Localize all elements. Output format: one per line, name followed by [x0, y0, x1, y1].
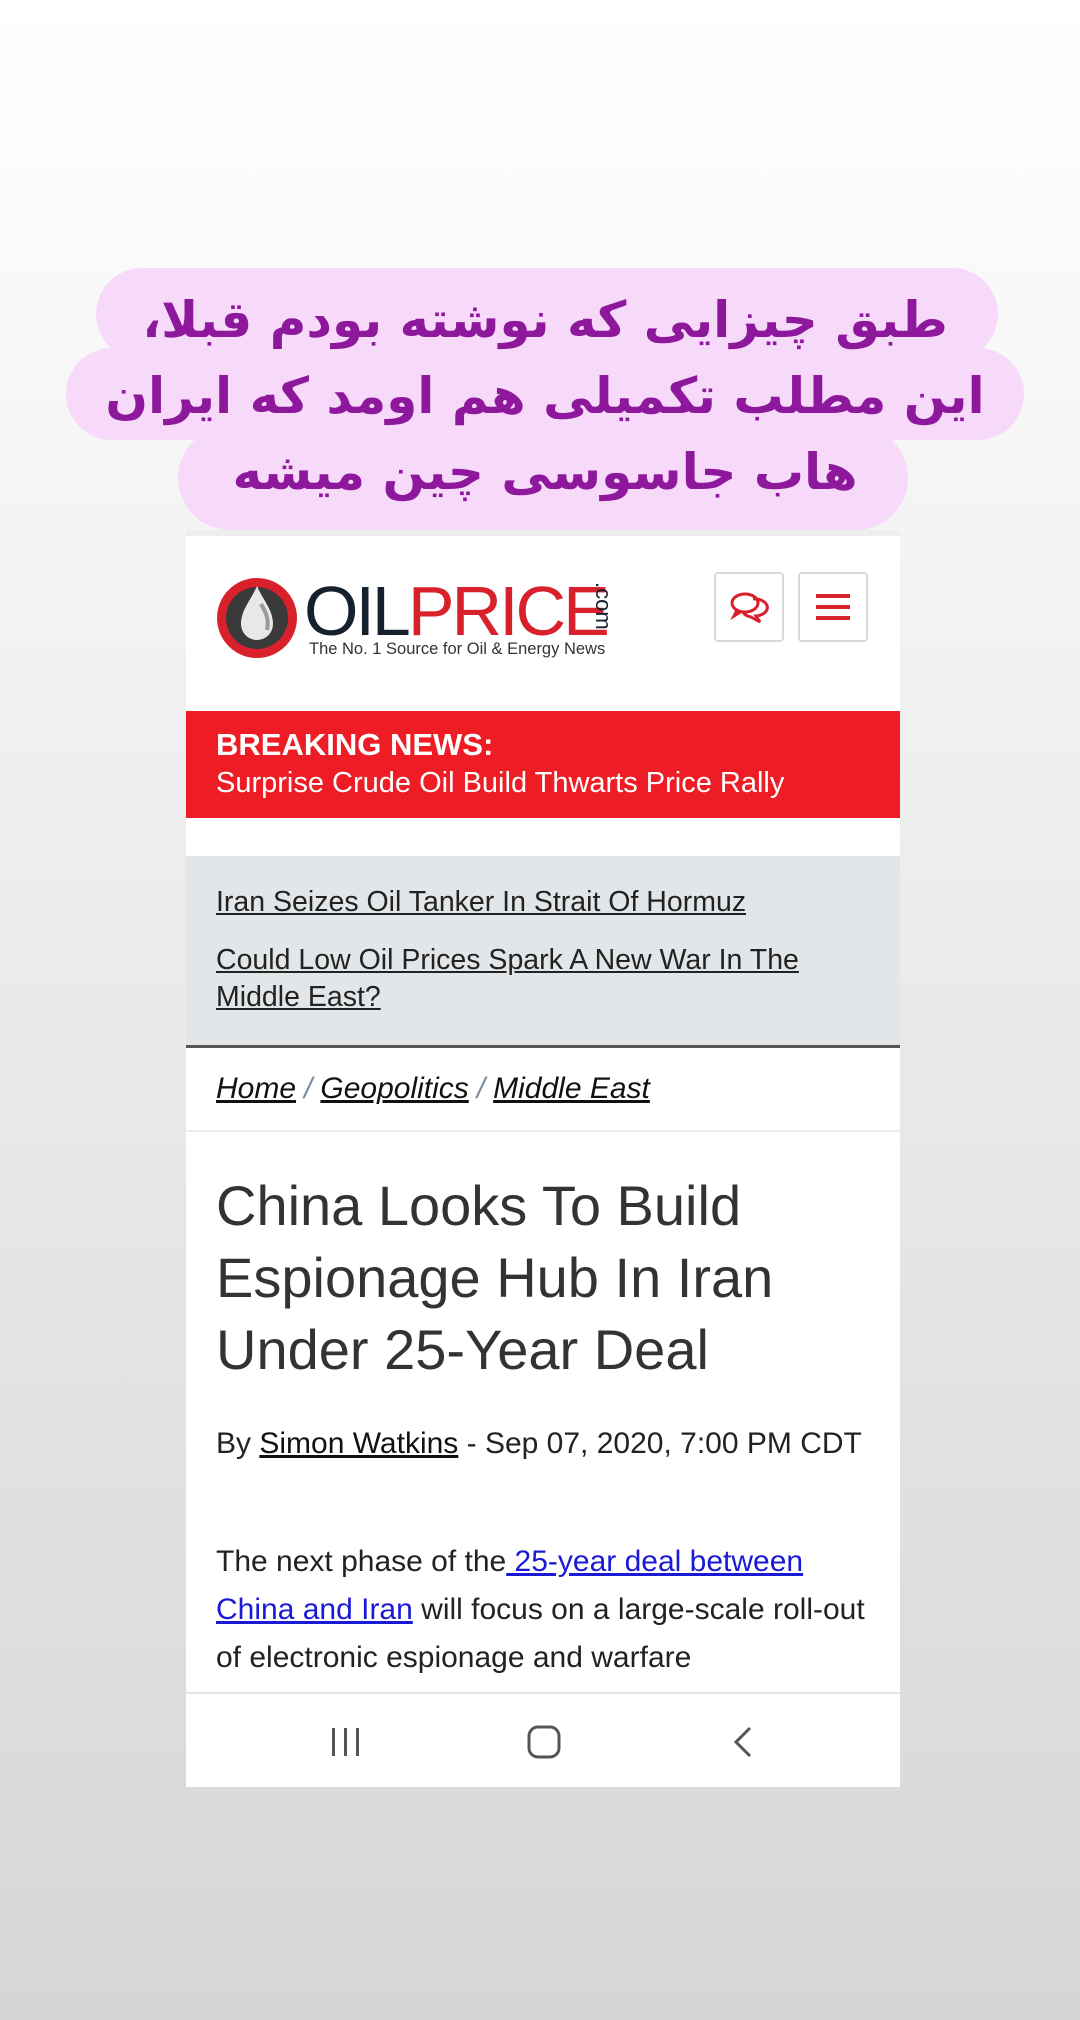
article-body: The next phase of the 25-year deal betwe… — [216, 1538, 876, 1682]
breaking-news-banner[interactable]: BREAKING NEWS: Surprise Crude Oil Build … — [186, 711, 900, 818]
comments-button[interactable] — [714, 572, 784, 642]
chat-bubbles-icon — [730, 592, 769, 624]
android-navigation-bar — [186, 1692, 900, 1787]
breadcrumb-separator: / — [476, 1072, 486, 1105]
persian-caption-sticker: طبق چیزایی که نوشته بودم قبلا، این مطلب … — [66, 268, 1024, 530]
breadcrumb: Home / Geopolitics / Middle East — [216, 1072, 650, 1106]
site-tagline: The No. 1 Source for Oil & Energy News — [309, 640, 606, 658]
breadcrumb-middle-east[interactable]: Middle East — [493, 1072, 650, 1105]
byline-prefix: By — [216, 1427, 260, 1460]
hamburger-menu-icon — [816, 594, 850, 620]
back-chevron-icon[interactable] — [722, 1720, 766, 1764]
breadcrumb-home[interactable]: Home — [216, 1072, 296, 1105]
headline-link[interactable]: Iran Seizes Oil Tanker In Strait Of Horm… — [216, 884, 870, 921]
logo-oil-text: OIL — [304, 572, 411, 650]
site-logo-wordmark[interactable]: OILPRICE — [304, 576, 610, 646]
caption-line-3: هاب جاسوسی چین میشه — [232, 443, 858, 501]
oil-drop-logo-icon[interactable] — [215, 574, 299, 658]
body-text-start: The next phase of the — [216, 1545, 507, 1578]
menu-button[interactable] — [798, 572, 868, 642]
caption-text: طبق چیزایی که نوشته بودم قبلا، این مطلب … — [66, 282, 1024, 510]
logo-com-text: .com — [591, 582, 616, 630]
breadcrumb-divider — [186, 1130, 900, 1132]
breadcrumb-separator: / — [304, 1072, 313, 1105]
breaking-news-label: BREAKING NEWS: — [216, 727, 494, 762]
trending-headlines: Iran Seizes Oil Tanker In Strait Of Horm… — [186, 856, 900, 1048]
breaking-news-headline[interactable]: Surprise Crude Oil Build Thwarts Price R… — [216, 763, 870, 803]
home-icon[interactable] — [522, 1720, 566, 1764]
logo-price-text: PRICE — [407, 572, 610, 650]
article-byline: By Simon Watkins - Sep 07, 2020, 7:00 PM… — [216, 1424, 866, 1463]
top-divider — [186, 530, 900, 536]
headline-link[interactable]: Could Low Oil Prices Spark A New War In … — [216, 942, 870, 1016]
author-link[interactable]: Simon Watkins — [259, 1427, 458, 1460]
caption-line-1: طبق چیزایی که نوشته بودم قبلا، — [142, 291, 948, 349]
caption-line-2: این مطلب تکمیلی هم اومد که ایران — [105, 367, 985, 425]
recent-apps-icon[interactable] — [324, 1720, 368, 1764]
phone-screen: OILPRICE .com The No. 1 Source for Oil &… — [186, 530, 900, 1787]
breadcrumb-geopolitics[interactable]: Geopolitics — [320, 1072, 468, 1105]
article-title: China Looks To Build Espionage Hub In Ir… — [216, 1174, 774, 1381]
article-date: - Sep 07, 2020, 7:00 PM CDT — [458, 1427, 862, 1460]
